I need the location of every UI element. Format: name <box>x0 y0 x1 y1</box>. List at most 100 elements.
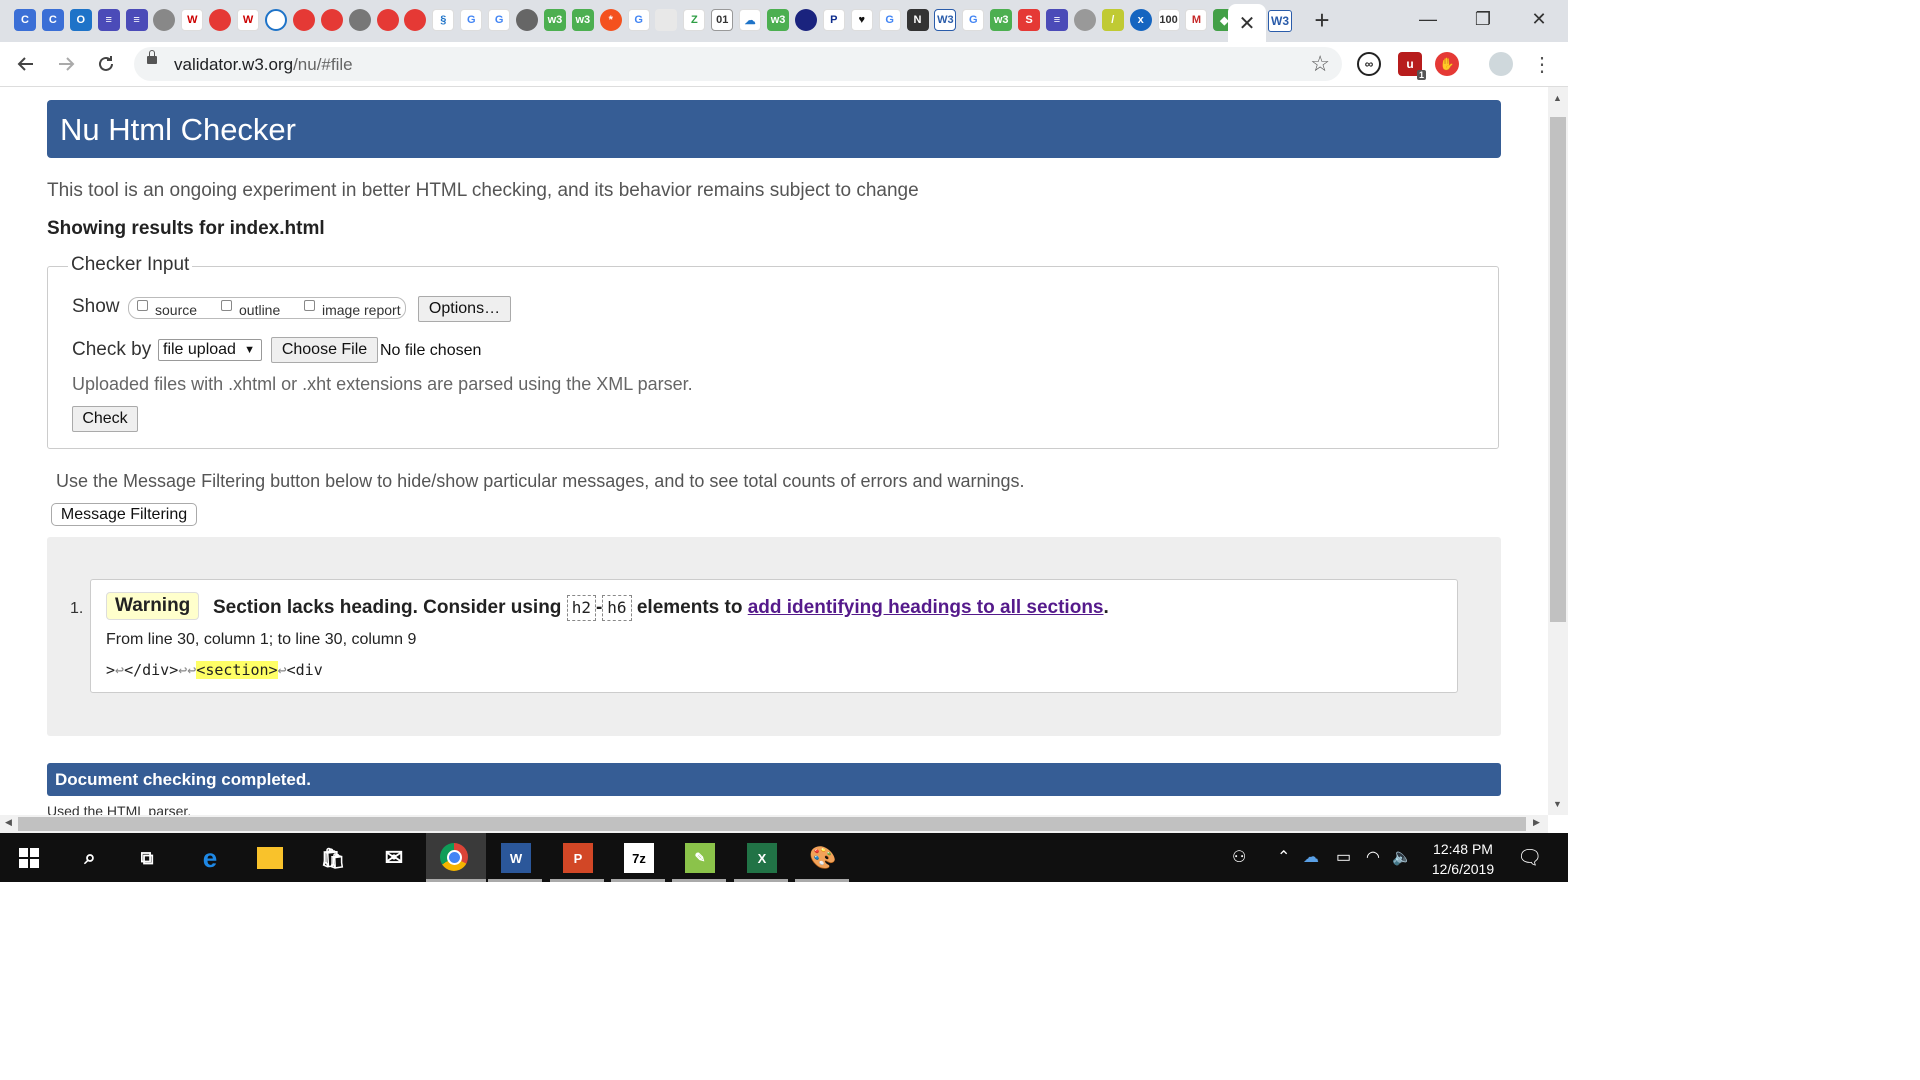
tab-favicon-outlook[interactable]: O <box>69 9 92 31</box>
task-view-icon[interactable]: ⧉ <box>132 843 162 873</box>
tab-favicon-nu[interactable]: N <box>906 9 929 31</box>
new-tab-button[interactable]: + <box>1309 5 1335 35</box>
tab-favicon-wa[interactable]: W <box>181 9 204 31</box>
tab-favicon-c[interactable]: C <box>14 9 36 31</box>
close-tab-icon[interactable]: ✕ <box>1239 11 1256 36</box>
tab-favicon-gmail[interactable]: M <box>1185 9 1208 31</box>
tab-favicon-google[interactable]: G <box>488 9 511 31</box>
store-icon[interactable]: 🛍 <box>318 843 348 873</box>
tab-favicon-w3[interactable]: w3 <box>767 9 790 31</box>
tab-favicon-z[interactable]: Z <box>683 9 706 31</box>
tab-favicon-google[interactable]: G <box>962 9 985 31</box>
edge-icon[interactable]: e <box>195 843 225 873</box>
notepad-icon[interactable]: ✎ <box>685 843 715 873</box>
bookmark-star-icon[interactable]: ☆ <box>1310 51 1330 77</box>
tab-favicon-paypal[interactable]: P <box>822 9 845 31</box>
tab-favicon-globe[interactable] <box>348 9 371 31</box>
tab-favicon-s[interactable]: S <box>1018 9 1041 31</box>
tab-favicon-loading[interactable] <box>265 9 288 31</box>
image-report-checkbox[interactable] <box>304 300 315 311</box>
chrome-icon[interactable] <box>440 843 468 871</box>
tab-favicon-w3[interactable]: w3 <box>543 9 566 31</box>
image-report-checkbox-label[interactable]: image report <box>322 302 401 318</box>
tab-favicon-globe[interactable] <box>516 9 539 31</box>
tab-favicon-w3c[interactable]: W3 <box>934 9 957 31</box>
scroll-down-icon[interactable]: ▼ <box>1553 799 1562 809</box>
tab-favicon-w3c[interactable]: W3 <box>1268 10 1292 32</box>
tab-favicon-x[interactable]: x <box>1129 9 1152 31</box>
url-text[interactable]: validator.w3.org/nu/#file <box>174 55 353 75</box>
tab-favicon-w3[interactable]: w3 <box>990 9 1013 31</box>
tab-favicon-blank[interactable] <box>655 9 678 31</box>
mail-icon[interactable]: ✉ <box>379 843 409 873</box>
tab-favicon-heart[interactable]: ♥ <box>850 9 873 31</box>
scroll-left-icon[interactable]: ◀ <box>5 817 12 828</box>
extension-ublock-icon[interactable]: u1 <box>1398 52 1426 80</box>
onedrive-icon[interactable]: ☁ <box>1303 847 1319 867</box>
paint-icon[interactable]: 🎨 <box>808 843 838 873</box>
vertical-scroll-thumb[interactable] <box>1550 117 1566 622</box>
close-window-button[interactable]: ✕ <box>1519 6 1559 32</box>
extension-link-icon[interactable]: ∞ <box>1357 52 1381 76</box>
file-explorer-icon[interactable] <box>257 847 283 869</box>
check-button[interactable]: Check <box>72 406 138 432</box>
extension-stop-icon[interactable]: ✋ <box>1435 52 1459 76</box>
7zip-icon[interactable]: 7z <box>624 843 654 873</box>
horizontal-scroll-thumb[interactable] <box>18 817 1526 831</box>
restore-button[interactable]: ❐ <box>1463 6 1503 32</box>
scroll-right-icon[interactable]: ▶ <box>1533 817 1540 828</box>
check-by-select[interactable]: file upload ▼ <box>158 339 262 361</box>
excel-icon[interactable]: X <box>747 843 777 873</box>
volume-muted-icon[interactable]: 🔈 <box>1392 847 1412 867</box>
tab-favicon-c[interactable]: C <box>41 9 64 31</box>
search-icon[interactable]: ⌕ <box>75 843 105 873</box>
headings-help-link[interactable]: add identifying headings to all sections <box>748 597 1104 618</box>
tab-favicon-red[interactable] <box>404 9 427 31</box>
tab-favicon-red[interactable] <box>320 9 343 31</box>
minimize-button[interactable]: — <box>1408 6 1448 32</box>
tab-favicon-google[interactable]: G <box>878 9 901 31</box>
back-button[interactable] <box>12 50 40 78</box>
address-bar[interactable]: validator.w3.org/nu/#file ☆ <box>134 47 1342 81</box>
reload-button[interactable] <box>92 50 120 78</box>
tab-favicon-wa[interactable]: W <box>237 9 260 31</box>
source-checkbox-label[interactable]: source <box>155 302 197 318</box>
taskbar-clock[interactable]: 12:48 PM 12/6/2019 <box>1418 839 1508 879</box>
people-icon[interactable]: ⚇ <box>1232 847 1246 867</box>
tab-favicon-list[interactable]: ≡ <box>97 9 120 31</box>
tab-favicon-red[interactable] <box>209 9 232 31</box>
tab-favicon-swirl[interactable]: § <box>432 9 455 31</box>
powerpoint-icon[interactable]: P <box>563 843 593 873</box>
active-tab[interactable]: ✕ <box>1228 4 1266 42</box>
outline-checkbox[interactable] <box>221 300 232 311</box>
tab-favicon-slash[interactable]: / <box>1101 9 1124 31</box>
tab-favicon-red[interactable] <box>292 9 315 31</box>
tab-favicon-list[interactable]: ≡ <box>125 9 148 31</box>
tab-favicon-red[interactable] <box>376 9 399 31</box>
show-hidden-icons-chevron-icon[interactable]: ⌃ <box>1277 847 1290 867</box>
tab-favicon-aperture[interactable] <box>1073 9 1096 31</box>
tab-favicon-cloud[interactable]: ☁ <box>739 9 762 31</box>
battery-icon[interactable]: ▭ <box>1336 847 1351 867</box>
scroll-up-icon[interactable]: ▲ <box>1553 93 1562 103</box>
notifications-icon[interactable]: 🗨 <box>1517 845 1542 870</box>
message-filtering-button[interactable]: Message Filtering <box>51 503 197 526</box>
browser-menu-icon[interactable]: ⋮ <box>1532 52 1552 77</box>
horizontal-scrollbar[interactable]: ◀ ▶ <box>0 815 1548 833</box>
options-button[interactable]: Options… <box>418 296 511 322</box>
source-checkbox[interactable] <box>137 300 148 311</box>
tab-favicon-globe[interactable] <box>153 9 176 31</box>
tab-favicon-circle[interactable] <box>794 9 817 31</box>
word-icon[interactable]: W <box>501 843 531 873</box>
choose-file-button[interactable]: Choose File <box>271 337 378 363</box>
wifi-icon[interactable]: ◠ <box>1366 847 1380 867</box>
windows-start-icon[interactable] <box>14 843 44 873</box>
profile-avatar[interactable] <box>1489 52 1513 76</box>
tab-favicon-google[interactable]: G <box>460 9 483 31</box>
vertical-scrollbar[interactable]: ▲ ▼ <box>1548 87 1568 815</box>
tab-favicon-list[interactable]: ≡ <box>1045 9 1068 31</box>
tab-favicon-100[interactable]: 100 <box>1157 9 1180 31</box>
tab-favicon-binary[interactable]: 01 <box>711 9 734 31</box>
outline-checkbox-label[interactable]: outline <box>239 302 280 318</box>
forward-button[interactable] <box>52 50 80 78</box>
